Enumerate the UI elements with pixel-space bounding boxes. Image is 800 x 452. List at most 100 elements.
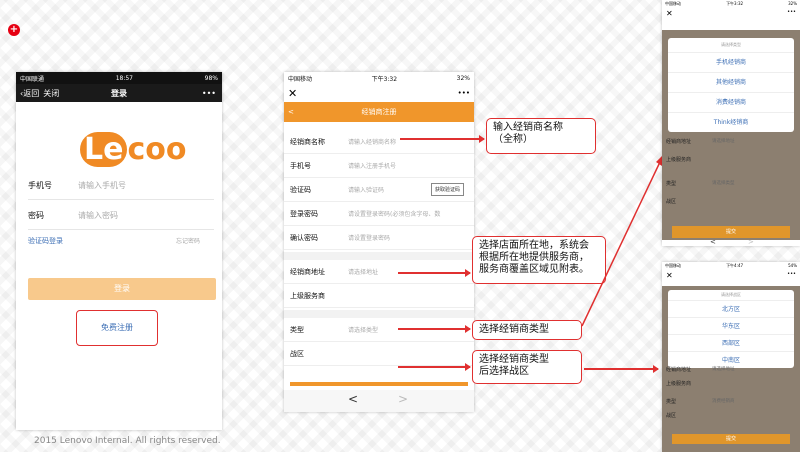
form-row-code: 验证码 请输入验证码 获取验证码 [284,178,474,202]
login-button[interactable]: 登录 [28,278,216,300]
row-label: 经销商地址 [666,139,692,145]
phone-input[interactable]: 请输入手机号 [78,180,126,191]
type-select-screen: 中国移动 下午3:32 32% ✕ ••• 请选择类型 手机经销商 其他经销商 … [662,0,800,246]
status-bar: 中国联通 18:57 98% [16,72,222,84]
battery: 32% [788,1,797,6]
clock: 下午4:47 [726,263,744,268]
submit-button[interactable] [290,382,468,386]
nav-forward-icon[interactable]: > [748,238,754,246]
footer-copyright: 2015 Lenovo Internal. All rights reserve… [34,436,221,446]
field-label: 确认密码 [290,234,318,242]
form-row-confirm: 确认密码 请设置登录密码 [284,226,474,250]
row-value: 请选择地址 [712,139,735,144]
nav-bar: ‹返回 关闭 登录 ••• [16,84,222,102]
battery: 32% [456,74,470,82]
nav-back-icon[interactable]: < [348,392,358,406]
option-item[interactable]: 消费经销商 [668,92,794,112]
modal-title: 请选择战区 [721,292,741,297]
carrier: 中国移动 [665,263,681,268]
callout-type: 选择经销商类型 [472,320,582,340]
address-select[interactable]: 请选择地址 [348,267,378,276]
field-label: 经销商地址 [290,268,325,276]
zone-select-screen: 中国移动 下午4:47 54% ✕ ••• 请选择战区 北方区 华东区 西部区 … [662,262,800,452]
form-row-dealer-name: 经销商名称 请输入经销商名称 [284,130,474,154]
option-item[interactable]: Think经销商 [668,112,794,132]
status-bar: 中国移动 下午3:32 32% [284,72,474,84]
form-header: < 经销商注册 [284,102,474,122]
field-label: 手机号 [290,162,311,170]
more-icon[interactable]: ••• [458,89,470,97]
form-title: 经销商注册 [361,108,397,116]
more-icon[interactable]: ••• [202,89,216,98]
close-icon[interactable]: ✕ [666,9,673,21]
field-label: 登录密码 [290,210,318,218]
row-label: 类型 [666,181,677,187]
arrow [584,365,659,372]
phone-row: 手机号 请输入手机号 [28,180,214,200]
carrier: 中国联通 [20,75,45,83]
row-label: 上级服务商 [666,381,692,387]
option-item[interactable]: 手机经销商 [668,52,794,72]
nav-bar: ✕ ••• [662,271,800,283]
carrier: 中国移动 [665,1,681,6]
arrow [398,325,471,332]
divider [284,310,474,318]
row-label: 上级服务商 [666,157,692,163]
battery: 54% [788,263,797,268]
form-row-phone: 手机号 请输入注册手机号 [284,154,474,178]
phone-label: 手机号 [28,181,52,190]
get-code-button[interactable]: 获取验证码 [430,183,464,196]
clock: 18:57 [115,74,133,82]
option-item[interactable]: 其他经销商 [668,72,794,92]
register-button[interactable]: 免费注册 [76,310,158,346]
form-row-zone[interactable]: 战区 [284,342,474,366]
forgot-password-link[interactable]: 忘记密码 [176,236,200,245]
close-icon[interactable]: ✕ [666,271,673,283]
type-modal: 请选择类型 手机经销商 其他经销商 消费经销商 Think经销商 [668,38,794,132]
row-label: 类型 [666,399,677,405]
form-row-password: 登录密码 请设置登录密码(必须包含字母、数 [284,202,474,226]
dealer-name-input[interactable]: 请输入经销商名称 [348,137,396,146]
status-bar: 中国移动 下午4:47 54% [662,262,800,271]
row-label: 经销商地址 [666,367,692,373]
type-select[interactable]: 请选择类型 [348,325,378,334]
browser-nav: < > [662,238,800,246]
zone-modal: 请选择战区 北方区 华东区 西部区 中南区 [668,290,794,368]
lecoo-logo: Le coo [80,132,186,167]
submit-button[interactable]: 提交 [672,226,790,238]
code-login-link[interactable]: 验证码登录 [28,236,63,246]
clock: 下午3:32 [371,75,398,83]
phone-input[interactable]: 请输入注册手机号 [348,161,396,170]
option-item[interactable]: 北方区 [668,300,794,317]
password-input[interactable]: 请输入密码 [78,210,118,221]
browser-nav: < > [284,390,474,412]
option-item[interactable]: 华东区 [668,317,794,334]
confirm-password-input[interactable]: 请设置登录密码 [348,233,390,242]
field-label: 经销商名称 [290,138,325,146]
modal-title: 请选择类型 [721,42,741,47]
diagonal-arrow [581,154,664,327]
submit-button[interactable]: 提交 [672,434,790,444]
divider [284,252,474,260]
field-label: 战区 [290,350,304,358]
option-item[interactable]: 西部区 [668,334,794,351]
password-input[interactable]: 请设置登录密码(必须包含字母、数 [348,209,440,218]
more-icon[interactable]: ••• [787,271,796,283]
row-value: 请选择地址 [712,367,735,372]
nav-bar: ✕ ••• [662,9,800,21]
field-label: 上级服务商 [290,292,325,300]
arrow [398,269,471,276]
close-icon[interactable]: ✕ [288,87,297,100]
lenovo-cross-icon: + [8,24,20,36]
register-phone-screen: 中国移动 下午3:32 32% ✕ ••• < 经销商注册 经销商名称 请输入经… [284,72,474,412]
battery: 98% [204,74,218,82]
code-input[interactable]: 请输入验证码 [348,185,384,194]
nav-forward-icon[interactable]: > [398,392,408,406]
field-label: 验证码 [290,186,311,194]
nav-back-icon[interactable]: < [710,238,716,246]
status-bar: 中国移动 下午3:32 32% [662,0,800,9]
arrow [398,363,471,370]
carrier: 中国移动 [288,75,313,83]
form-row-type: 类型 请选择类型 [284,318,474,342]
more-icon[interactable]: ••• [787,9,796,21]
